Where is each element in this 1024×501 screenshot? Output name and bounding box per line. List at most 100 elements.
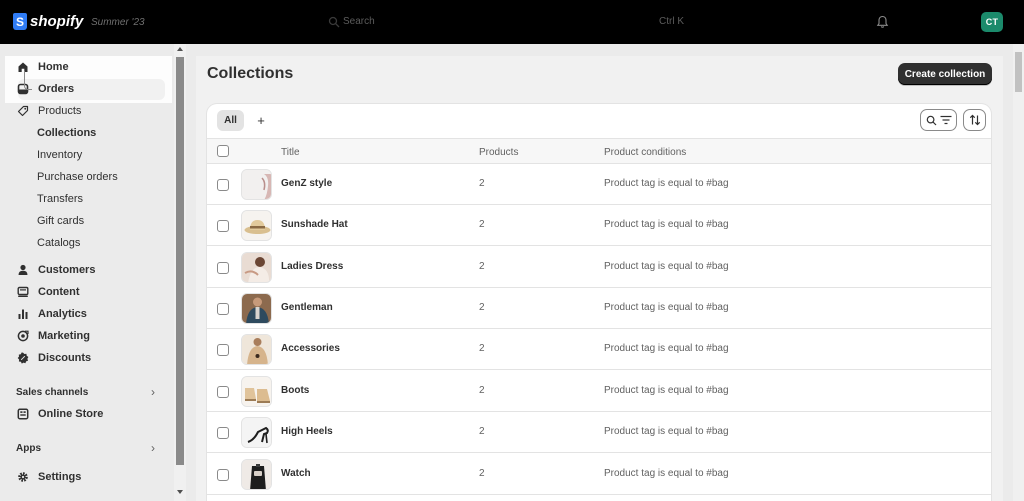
sidebar-subitem-label: Inventory xyxy=(37,149,83,161)
table-row[interactable]: Sunshade Hat 2 Product tag is equal to #… xyxy=(207,205,991,246)
table-row[interactable]: Accessories 2 Product tag is equal to #b… xyxy=(207,329,991,370)
table-row[interactable]: Watch 2 Product tag is equal to #bag xyxy=(207,454,991,495)
row-checkbox[interactable] xyxy=(217,179,229,191)
sidebar-item-discounts[interactable]: Discounts xyxy=(8,348,164,368)
apps-heading[interactable]: Apps xyxy=(16,443,41,454)
collection-title[interactable]: Ladies Dress xyxy=(281,261,343,272)
product-condition: Product tag is equal to #bag xyxy=(604,426,729,437)
table-header: Title Products Product conditions xyxy=(207,138,991,164)
row-checkbox[interactable] xyxy=(217,344,229,356)
content-icon xyxy=(17,286,29,297)
sidebar-item-customers[interactable]: Customers xyxy=(8,260,164,280)
page-scrollbar-thumb[interactable] xyxy=(1015,52,1022,92)
person-icon xyxy=(18,264,28,275)
collection-thumbnail xyxy=(241,376,272,407)
select-all-checkbox[interactable] xyxy=(217,145,229,157)
table-row[interactable]: Boots 2 Product tag is equal to #bag xyxy=(207,371,991,412)
row-checkbox[interactable] xyxy=(217,262,229,274)
search-placeholder: Search xyxy=(343,16,375,27)
sidebar-subitem-catalogs[interactable]: Catalogs xyxy=(8,233,164,253)
collection-title[interactable]: High Heels xyxy=(281,426,333,437)
column-header-title[interactable]: Title xyxy=(281,147,300,158)
product-count: 2 xyxy=(479,343,485,354)
chevron-right-icon[interactable]: › xyxy=(151,441,155,455)
table-row[interactable]: High Heels 2 Product tag is equal to #ba… xyxy=(207,412,991,453)
product-condition: Product tag is equal to #bag xyxy=(604,343,729,354)
collection-title[interactable]: Watch xyxy=(281,468,311,479)
sidebar-subitem-label: Purchase orders xyxy=(37,171,118,183)
table-row[interactable]: GenZ style 2 Product tag is equal to #ba… xyxy=(207,164,991,205)
sidebar-item-label: Discounts xyxy=(38,352,92,364)
column-header-conditions[interactable]: Product conditions xyxy=(604,147,686,158)
collection-title[interactable]: GenZ style xyxy=(281,178,332,189)
product-count: 2 xyxy=(479,302,485,313)
sidebar-item-analytics[interactable]: Analytics xyxy=(8,304,164,324)
sidebar-item-label: Customers xyxy=(38,264,96,276)
collection-title[interactable]: Boots xyxy=(281,385,309,396)
sidebar-item-marketing[interactable]: Marketing xyxy=(8,326,164,346)
sidebar-subitem-purchase-orders[interactable]: Purchase orders xyxy=(8,167,164,187)
scroll-up-arrow-icon[interactable] xyxy=(177,47,183,51)
product-count: 2 xyxy=(479,385,485,396)
row-checkbox[interactable] xyxy=(217,469,229,481)
page-scrollbar[interactable] xyxy=(1013,44,1024,501)
tag-icon xyxy=(17,105,29,117)
product-condition: Product tag is equal to #bag xyxy=(604,385,729,396)
sidebar-item-label: Online Store xyxy=(38,408,104,420)
sidebar-subitem-label: Collections xyxy=(37,127,97,139)
sidebar-subitem-transfers[interactable]: Transfers xyxy=(8,189,164,209)
sidebar-item-label: Marketing xyxy=(38,330,90,342)
collection-thumbnail xyxy=(241,417,272,448)
add-view-button[interactable]: + xyxy=(254,112,268,128)
row-checkbox[interactable] xyxy=(217,386,229,398)
collection-title[interactable]: Accessories xyxy=(281,343,340,354)
search-bar[interactable]: Search Ctrl K xyxy=(328,11,700,33)
collection-thumbnail xyxy=(241,334,272,365)
sort-button[interactable] xyxy=(963,109,986,131)
column-header-products[interactable]: Products xyxy=(479,147,518,158)
table-row[interactable]: Ladies Dress 2 Product tag is equal to #… xyxy=(207,247,991,288)
row-checkbox[interactable] xyxy=(217,303,229,315)
sidebar-item-settings[interactable]: Settings xyxy=(8,467,164,487)
page-title: Collections xyxy=(207,65,294,82)
sidebar-subitem-collections[interactable]: Collections xyxy=(8,123,164,143)
sales-channels-heading[interactable]: Sales channels xyxy=(16,387,88,398)
discount-icon xyxy=(17,352,29,364)
product-count: 2 xyxy=(479,178,485,189)
collection-thumbnail xyxy=(241,169,272,200)
shopify-logo[interactable]: S shopify xyxy=(13,13,83,30)
product-condition: Product tag is equal to #bag xyxy=(604,178,729,189)
bell-icon[interactable] xyxy=(876,15,889,29)
collection-title[interactable]: Gentleman xyxy=(281,302,333,313)
tab-all[interactable]: All xyxy=(217,110,244,131)
sidebar-subitem-label: Transfers xyxy=(37,193,84,205)
search-filter-button[interactable] xyxy=(920,109,957,131)
sidebar-subitem-inventory[interactable]: Inventory xyxy=(8,145,164,165)
product-condition: Product tag is equal to #bag xyxy=(604,219,729,230)
sidebar-item-content[interactable]: Content xyxy=(8,282,164,302)
sidebar-item-online-store[interactable]: Online Store xyxy=(8,404,164,424)
product-condition: Product tag is equal to #bag xyxy=(604,468,729,479)
row-checkbox[interactable] xyxy=(217,427,229,439)
shopify-bag-icon: S xyxy=(13,13,27,30)
collection-title[interactable]: Sunshade Hat xyxy=(281,219,348,230)
sidebar-subitem-label: Gift cards xyxy=(37,215,85,227)
table-row[interactable]: Gentleman 2 Product tag is equal to #bag xyxy=(207,288,991,329)
chevron-right-icon[interactable]: › xyxy=(151,385,155,399)
create-collection-button[interactable]: Create collection xyxy=(898,63,992,85)
gear-icon xyxy=(18,472,28,482)
sidebar-subitem-gift-cards[interactable]: Gift cards xyxy=(8,211,164,231)
logo-text: shopify xyxy=(30,13,84,30)
collection-thumbnail xyxy=(241,252,272,283)
sidebar-item-label: Content xyxy=(38,286,80,298)
row-checkbox[interactable] xyxy=(217,220,229,232)
product-count: 2 xyxy=(479,219,485,230)
sidebar-scrollbar-thumb[interactable] xyxy=(176,57,184,465)
sidebar-item-products[interactable]: Products xyxy=(8,101,164,121)
scroll-down-arrow-icon[interactable] xyxy=(177,490,183,494)
avatar[interactable]: CT xyxy=(981,12,1003,32)
product-count: 2 xyxy=(479,426,485,437)
subnav-connector xyxy=(24,71,32,90)
search-icon xyxy=(926,115,936,125)
sort-icon xyxy=(969,114,980,126)
